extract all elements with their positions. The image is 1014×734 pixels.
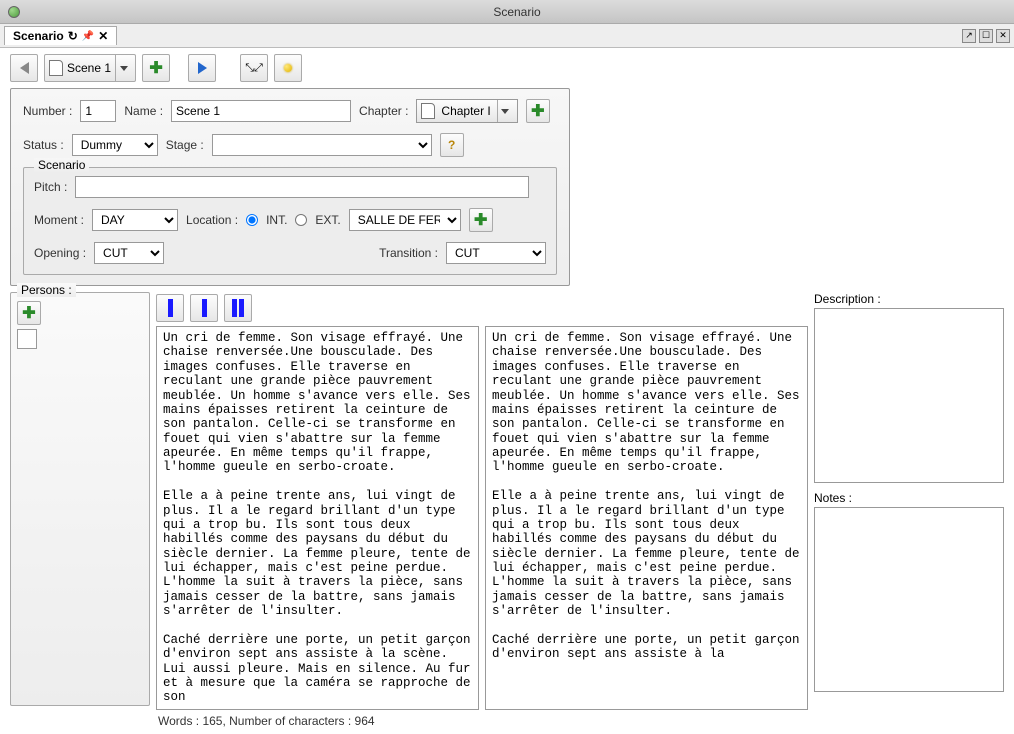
word-count: Words : 165, Number of characters : 964 xyxy=(156,710,808,732)
column-icon xyxy=(202,299,207,317)
status-select[interactable]: Dummy xyxy=(72,134,158,156)
pin-icon[interactable]: 📌 xyxy=(82,31,94,42)
window-close-dot[interactable] xyxy=(8,6,20,18)
location-label: Location : xyxy=(186,213,238,227)
scene-selector-label: Scene 1 xyxy=(67,61,111,75)
notes-label: Notes : xyxy=(814,491,1004,505)
scenario-fieldset: Scenario Pitch : Moment : DAY Location :… xyxy=(23,167,557,275)
scene-selector[interactable]: Scene 1 xyxy=(44,54,136,82)
notes-box[interactable] xyxy=(814,507,1004,692)
add-scene-button[interactable]: ✚ xyxy=(142,54,170,82)
stage-help-button[interactable]: ? xyxy=(440,133,464,157)
tab-scenario[interactable]: Scenario ↻ 📌 ✕ xyxy=(4,26,117,45)
window-title: Scenario xyxy=(28,5,1006,19)
tab-window-controls: ↗ ☐ ✕ xyxy=(962,29,1010,43)
name-label: Name : xyxy=(124,104,163,118)
stage-label: Stage : xyxy=(166,138,204,152)
description-box[interactable] xyxy=(814,308,1004,483)
stage-select[interactable] xyxy=(212,134,432,156)
editor-panes: Un cri de femme. Son visage effrayé. Une… xyxy=(156,326,808,710)
status-label: Status : xyxy=(23,138,64,152)
add-location-button[interactable]: ✚ xyxy=(469,208,493,232)
persons-legend: Persons : xyxy=(17,283,76,297)
restore-down-icon[interactable]: ↗ xyxy=(962,29,976,43)
tab-row: Scenario ↻ 📌 ✕ ↗ ☐ ✕ xyxy=(0,24,1014,48)
editor-column: Un cri de femme. Son visage effrayé. Une… xyxy=(156,292,808,706)
int-label: INT. xyxy=(266,213,287,227)
play-icon xyxy=(198,62,207,74)
maximize-icon[interactable]: ☐ xyxy=(979,29,993,43)
add-chapter-button[interactable]: ✚ xyxy=(526,99,550,123)
chapter-selector[interactable]: Chapter I xyxy=(416,99,517,123)
main-content-row: Persons : ✚ Un cri de femme. Son visage … xyxy=(0,286,1014,716)
scene-selector-dropdown[interactable] xyxy=(115,55,131,81)
two-column-button[interactable] xyxy=(224,294,252,322)
page-icon xyxy=(421,103,435,119)
plus-icon: ✚ xyxy=(22,303,35,323)
name-input[interactable] xyxy=(171,100,351,122)
refresh-icon: ↻ xyxy=(68,29,78,43)
description-label: Description : xyxy=(814,292,1004,306)
column-icon xyxy=(239,299,244,317)
chapter-label: Chapter : xyxy=(359,104,408,118)
tab-label: Scenario xyxy=(13,29,64,43)
int-radio[interactable] xyxy=(246,214,258,226)
persons-panel: Persons : ✚ xyxy=(10,292,150,706)
help-icon: ? xyxy=(448,138,455,152)
add-person-button[interactable]: ✚ xyxy=(17,301,41,325)
moment-select[interactable]: DAY xyxy=(92,209,178,231)
window-titlebar: Scenario xyxy=(0,0,1014,24)
page-icon xyxy=(49,60,63,76)
close-icon[interactable]: ✕ xyxy=(996,29,1010,43)
scenario-legend: Scenario xyxy=(34,158,89,172)
opening-label: Opening : xyxy=(34,246,86,260)
opening-select[interactable]: CUT xyxy=(94,242,164,264)
column-icon xyxy=(168,299,173,317)
ext-radio[interactable] xyxy=(295,214,307,226)
right-column: Description : Notes : xyxy=(814,292,1004,706)
bulb-icon xyxy=(284,64,292,72)
triangle-left-icon xyxy=(20,62,29,74)
chapter-dropdown[interactable] xyxy=(497,100,513,122)
chevron-down-icon xyxy=(120,66,128,71)
main-toolbar: Scene 1 ✚ ⤡⤢ xyxy=(0,48,1014,88)
transition-label: Transition : xyxy=(379,246,438,260)
editor-pane-left[interactable]: Un cri de femme. Son visage effrayé. Une… xyxy=(156,326,479,710)
pitch-input[interactable] xyxy=(75,176,529,198)
ext-label: EXT. xyxy=(315,213,340,227)
idea-button[interactable] xyxy=(274,54,302,82)
expand-icon: ⤡⤢ xyxy=(245,62,263,75)
view-toolbar xyxy=(156,292,808,326)
location-select[interactable]: SALLE DE FERME xyxy=(349,209,461,231)
tab-close-icon[interactable]: ✕ xyxy=(98,29,108,43)
scene-form: Number : Name : Chapter : Chapter I ✚ St… xyxy=(10,88,570,286)
pitch-label: Pitch : xyxy=(34,180,67,194)
number-input[interactable] xyxy=(80,100,116,122)
play-button[interactable] xyxy=(188,54,216,82)
chapter-value: Chapter I xyxy=(441,104,490,118)
moment-label: Moment : xyxy=(34,213,84,227)
plus-icon: ✚ xyxy=(474,210,487,230)
column-icon xyxy=(232,299,237,317)
chevron-down-icon xyxy=(501,109,509,114)
plus-icon: ✚ xyxy=(149,58,162,78)
back-button[interactable] xyxy=(10,54,38,82)
editor-pane-right[interactable]: Un cri de femme. Son visage effrayé. Une… xyxy=(485,326,808,710)
transition-select[interactable]: CUT xyxy=(446,242,546,264)
number-label: Number : xyxy=(23,104,72,118)
fullscreen-button[interactable]: ⤡⤢ xyxy=(240,54,268,82)
single-column-button[interactable] xyxy=(156,294,184,322)
single-column-alt-button[interactable] xyxy=(190,294,218,322)
plus-icon: ✚ xyxy=(531,101,544,121)
person-slot[interactable] xyxy=(17,329,37,349)
